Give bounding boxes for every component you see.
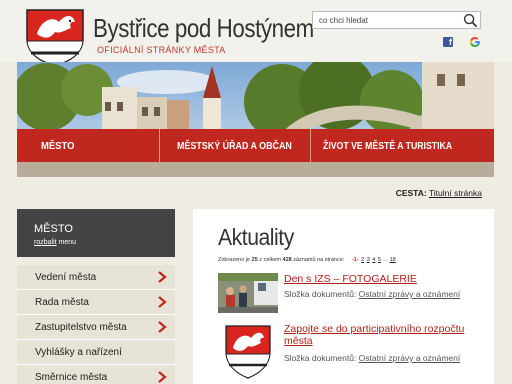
chevron-right-icon xyxy=(158,296,167,308)
news-meta-label: Složka dokumentů: xyxy=(284,289,357,299)
sidebar-item-vedeni[interactable]: Vedení města xyxy=(17,265,175,290)
site-subtitle: OFICIÁLNÍ STRÁNKY MĚSTA xyxy=(97,45,226,55)
breadcrumb-label: CESTA: xyxy=(395,188,427,198)
nav-item-urad[interactable]: MĚSTSKÝ ÚŘAD A OBČAN xyxy=(160,129,310,162)
news-item: Den s IZS – FOTOGALERIE Složka dokumentů… xyxy=(218,273,488,321)
page-link[interactable]: 3 xyxy=(367,257,370,263)
sidebar-title: MĚSTO xyxy=(34,223,73,235)
sidebar-item-smernice[interactable]: Směrnice města xyxy=(17,365,175,384)
sidebar-menu: Vedení města Rada města Zastupitelstvo m… xyxy=(17,265,175,384)
pagination: -1- 2 3 4 5 ... 18 xyxy=(352,257,396,263)
city-crest-icon[interactable] xyxy=(25,8,85,66)
page-link[interactable]: 5 xyxy=(378,257,381,263)
nav-label: MĚSTO xyxy=(41,139,75,152)
summary-prefix: Zobrazeno je xyxy=(218,257,251,263)
news-photo xyxy=(218,273,278,313)
news-folder-link[interactable]: Ostatní zprávy a oznámení xyxy=(359,353,461,363)
expand-menu-link[interactable]: rozbalit xyxy=(34,239,57,246)
sidebar-item-rada[interactable]: Rada města xyxy=(17,290,175,315)
search-input[interactable] xyxy=(313,12,463,28)
search-box xyxy=(312,11,481,29)
nav-label: MĚSTSKÝ ÚŘAD A OBČAN xyxy=(177,139,292,152)
news-title-link[interactable]: Zapojte se do participativního rozpočtu … xyxy=(284,323,484,347)
sidebar-item-zastupitelstvo[interactable]: Zastupitelstvo města xyxy=(17,315,175,340)
news-folder-link[interactable]: Ostatní zprávy a oznámení xyxy=(359,289,461,299)
news-title-link[interactable]: Den s IZS – FOTOGALERIE xyxy=(284,273,484,285)
results-summary: Zobrazeno je 25 z celkem 428 záznamů na … xyxy=(218,257,396,263)
nav-item-zivot[interactable]: ŽIVOT VE MĚSTĚ A TURISTIKA xyxy=(311,129,493,162)
summary-shown: 25 xyxy=(251,257,258,263)
news-thumbnail[interactable] xyxy=(218,323,278,383)
facebook-icon[interactable]: f xyxy=(443,37,453,47)
sidebar-item-label: Rada města xyxy=(35,297,89,308)
sidebar-expand: rozbalit menu xyxy=(34,239,76,246)
page-link[interactable]: 2 xyxy=(361,257,364,263)
chevron-right-icon xyxy=(158,321,167,333)
page-link[interactable]: 4 xyxy=(372,257,375,263)
sidebar-item-label: Směrnice města xyxy=(35,372,108,383)
summary-middle: z celkem xyxy=(259,257,281,263)
chevron-right-icon xyxy=(158,271,167,283)
breadcrumb: CESTA: Titulní stránka xyxy=(396,188,482,198)
main-content: Aktuality Zobrazeno je 25 z celkem 428 z… xyxy=(193,209,494,384)
site-header: Bystřice pod Hostýnem OFICIÁLNÍ STRÁNKY … xyxy=(0,0,512,66)
summary-total: 428 xyxy=(282,257,292,263)
breadcrumb-current[interactable]: Titulní stránka xyxy=(429,188,482,198)
summary-suffix: záznamů na stránce: xyxy=(293,257,345,263)
chevron-right-icon xyxy=(158,371,167,383)
city-crest-icon xyxy=(218,323,278,383)
nav-item-mesto[interactable]: MĚSTO xyxy=(17,129,159,162)
news-meta: Složka dokumentů: Ostatní zprávy a oznám… xyxy=(284,353,460,363)
page-ellipsis: ... xyxy=(382,257,388,263)
search-icon[interactable] xyxy=(463,13,478,28)
page-title: Aktuality xyxy=(218,224,294,250)
nav-label: ŽIVOT VE MĚSTĚ A TURISTIKA xyxy=(323,139,453,152)
site-title[interactable]: Bystřice pod Hostýnem xyxy=(93,13,314,44)
news-item: Zapojte se do participativního rozpočtu … xyxy=(218,323,488,384)
news-meta: Složka dokumentů: Ostatní zprávy a oznám… xyxy=(284,289,460,299)
news-thumbnail[interactable] xyxy=(218,273,278,313)
sidebar-header: MĚSTO rozbalit menu xyxy=(17,209,175,257)
page-current: -1- xyxy=(351,257,359,263)
sidebar-item-label: Vyhlášky a nařízení xyxy=(35,347,122,358)
news-meta-label: Složka dokumentů: xyxy=(284,353,357,363)
sidebar-item-vyhlasky[interactable]: Vyhlášky a nařízení xyxy=(17,340,175,365)
sidebar-item-label: Vedení města xyxy=(35,272,97,283)
expand-menu-suffix: menu xyxy=(58,239,77,246)
google-icon[interactable] xyxy=(469,36,481,48)
main-nav: MĚSTO MĚSTSKÝ ÚŘAD A OBČAN ŽIVOT VE MĚST… xyxy=(17,129,494,162)
sidebar-item-label: Zastupitelstvo města xyxy=(35,322,127,333)
page-link[interactable]: 18 xyxy=(390,257,396,263)
